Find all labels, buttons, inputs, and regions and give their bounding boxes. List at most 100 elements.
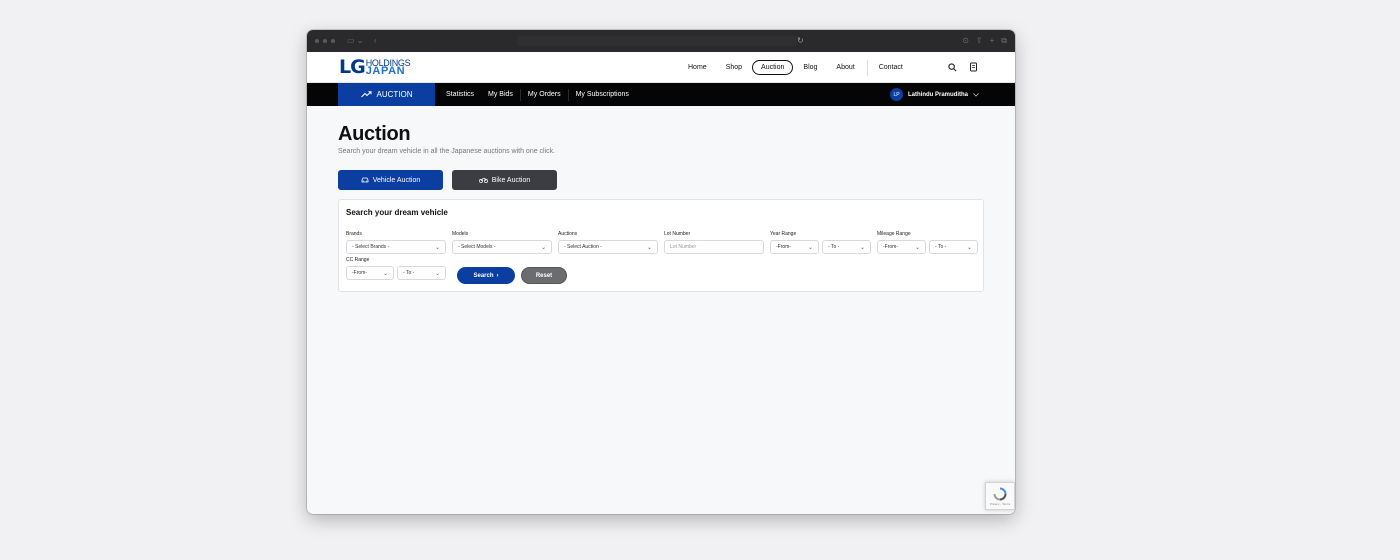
search-icon[interactable] <box>945 60 959 74</box>
chevron-down-icon: ⌄ <box>434 244 440 251</box>
mileage-from-select[interactable]: -From- ⌄ <box>877 240 926 254</box>
tabs-overview-icon[interactable]: ⧉ <box>1001 36 1007 46</box>
lot-number-label: Lot Number <box>664 231 691 237</box>
new-tab-icon[interactable]: + <box>990 36 995 46</box>
browser-actions: ⊙ ⇧ + ⧉ <box>962 36 1007 46</box>
subnav-statistics[interactable]: Statistics <box>439 83 481 106</box>
search-card: Search your dream vehicle Brands - Selec… <box>338 199 984 292</box>
year-from-select[interactable]: -From- ⌄ <box>770 240 819 254</box>
chevron-down-icon: ⌄ <box>434 270 440 277</box>
mileage-range-label: Mileage Range <box>877 231 911 237</box>
search-card-title: Search your dream vehicle <box>346 208 448 217</box>
user-menu[interactable]: LP Lathindu Pramuditha <box>890 87 979 102</box>
download-icon[interactable]: ⊙ <box>962 36 969 46</box>
cc-range-label: CC Range <box>346 257 370 263</box>
chevron-down-icon: ⌄ <box>966 244 972 251</box>
chevron-down-icon: ⌄ <box>646 244 652 251</box>
year-from-value: -From- <box>776 244 791 250</box>
mileage-from-value: -From- <box>883 244 898 250</box>
auctions-value: - Select Auction - <box>564 244 602 250</box>
auctions-label: Auctions <box>558 231 578 237</box>
tab-bike-label: Bike Auction <box>491 176 531 184</box>
chevron-down-icon <box>973 92 979 97</box>
browser-chrome: ▭ ⌄ ‹ ↻ ⊙ ⇧ + ⧉ <box>307 30 1015 52</box>
lot-number-placeholder: Lot Number <box>670 244 697 250</box>
chevron-down-icon: ⌄ <box>807 244 813 251</box>
auction-type-tabs: Vehicle Auction Bike Auction <box>338 170 984 190</box>
models-select[interactable]: - Select Models - ⌄ <box>452 240 552 254</box>
nav-about[interactable]: About <box>827 60 863 75</box>
subnav-my-subscriptions[interactable]: My Subscriptions <box>569 83 636 106</box>
tab-vehicle-auction[interactable]: Vehicle Auction <box>338 170 443 190</box>
models-label: Models <box>452 231 469 237</box>
bike-icon <box>478 178 488 183</box>
models-field: Models - Select Models - ⌄ <box>452 232 552 254</box>
nav-divider <box>866 59 868 76</box>
recaptcha-badge[interactable]: Privacy - Terms <box>985 482 1015 510</box>
subnav-my-orders[interactable]: My Orders <box>521 83 568 106</box>
car-icon <box>361 177 369 183</box>
recaptcha-text: Privacy - Terms <box>989 501 1011 506</box>
cc-from-select[interactable]: -From- ⌄ <box>346 266 394 280</box>
brands-value: - Select Brands - <box>352 244 390 250</box>
search-button[interactable]: Search › <box>457 267 515 284</box>
main-content: Auction Search your dream vehicle in all… <box>338 122 984 292</box>
window-controls[interactable] <box>315 39 335 43</box>
mileage-to-value: - To - <box>935 244 947 250</box>
nav-blog[interactable]: Blog <box>794 60 826 75</box>
share-icon[interactable]: ⇧ <box>976 36 983 46</box>
cc-to-select[interactable]: - To - ⌄ <box>397 266 446 280</box>
nav-home[interactable]: Home <box>679 60 716 75</box>
trending-up-icon <box>360 91 371 98</box>
brands-label: Brands <box>346 231 362 237</box>
user-name: Lathindu Pramuditha <box>908 91 968 98</box>
auction-tab-label: AUCTION <box>376 90 413 99</box>
chevron-down-icon: ⌄ <box>914 244 920 251</box>
year-to-select[interactable]: - To - ⌄ <box>822 240 871 254</box>
auction-tab[interactable]: AUCTION <box>338 83 435 106</box>
page-subtitle: Search your dream vehicle in all the Jap… <box>338 148 556 155</box>
tab-bike-auction[interactable]: Bike Auction <box>452 170 557 190</box>
chevron-down-icon: ⌄ <box>540 244 546 251</box>
sidebar-toggle-icon[interactable]: ▭ ⌄ <box>347 36 363 46</box>
logo-line2: JAPAN <box>365 65 406 77</box>
cc-from-value: -From- <box>352 270 367 276</box>
site-header: LG HOLDINGS JAPAN Home Shop Auction Blog… <box>307 52 1015 83</box>
lot-number-input[interactable]: Lot Number <box>664 240 764 254</box>
nav-auction[interactable]: Auction <box>752 60 794 75</box>
year-range-field: Year Range -From- ⌄ - To - ⌄ <box>770 232 871 254</box>
mileage-range-field: Mileage Range -From- ⌄ - To - ⌄ <box>877 232 978 254</box>
search-button-label: Search <box>473 272 494 279</box>
reset-button-label: Reset <box>535 272 553 279</box>
cart-icon[interactable] <box>966 60 980 74</box>
brands-field: Brands - Select Brands - ⌄ <box>346 232 446 254</box>
address-bar[interactable] <box>517 36 797 46</box>
year-to-value: - To - <box>828 244 840 250</box>
auctions-select[interactable]: - Select Auction - ⌄ <box>558 240 658 254</box>
mileage-to-select[interactable]: - To - ⌄ <box>929 240 978 254</box>
lot-number-field: Lot Number Lot Number <box>664 232 764 254</box>
nav-contact[interactable]: Contact <box>870 60 912 75</box>
logo-mark: LG <box>339 56 366 78</box>
avatar: LP <box>890 88 903 101</box>
chevron-down-icon: ⌄ <box>382 270 388 277</box>
page-title: Auction <box>338 123 411 145</box>
year-range-label: Year Range <box>770 231 797 237</box>
nav-shop[interactable]: Shop <box>717 60 751 75</box>
cc-to-value: - To - <box>403 270 415 276</box>
tab-vehicle-label: Vehicle Auction <box>372 176 421 184</box>
reset-button[interactable]: Reset <box>521 267 567 284</box>
auctions-field: Auctions - Select Auction - ⌄ <box>558 232 658 254</box>
cc-range-field: CC Range -From- ⌄ - To - ⌄ <box>346 258 446 280</box>
subnav-my-bids[interactable]: My Bids <box>481 83 520 106</box>
chevron-right-icon: › <box>496 272 499 279</box>
models-value: - Select Models - <box>458 244 496 250</box>
sub-nav-links: Statistics My Bids My Orders My Subscrip… <box>439 83 636 106</box>
reload-icon[interactable]: ↻ <box>797 36 804 45</box>
logo[interactable]: LG HOLDINGS JAPAN <box>339 56 411 78</box>
chevron-down-icon: ⌄ <box>859 244 865 251</box>
back-icon[interactable]: ‹ <box>374 36 377 46</box>
main-nav: Home Shop Auction Blog About Contact <box>679 52 913 83</box>
sub-nav: AUCTION Statistics My Bids My Orders My … <box>307 83 1015 106</box>
brands-select[interactable]: - Select Brands - ⌄ <box>346 240 446 254</box>
